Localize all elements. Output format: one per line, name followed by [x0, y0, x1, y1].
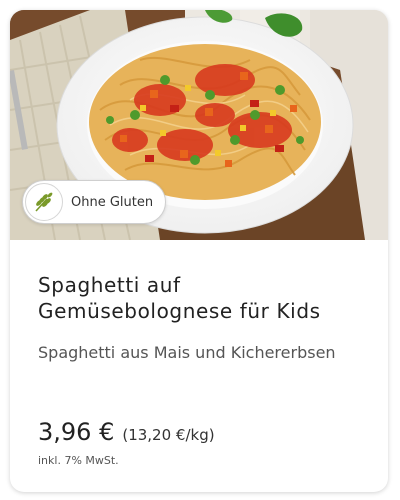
tax-note: inkl. 7% MwSt. — [38, 454, 119, 467]
unit-price: (13,20 €/kg) — [122, 426, 215, 444]
wheat-icon — [25, 183, 63, 221]
product-card[interactable]: Ohne Gluten Spaghetti auf Gemüsebolognes… — [10, 10, 388, 492]
product-subtitle: Spaghetti aus Mais und Kichererbsen — [38, 343, 336, 362]
product-title[interactable]: Spaghetti auf Gemüsebolognese für Kids — [38, 272, 368, 324]
product-price: 3,96 € — [38, 418, 115, 446]
gluten-free-badge: Ohne Gluten — [22, 180, 166, 224]
badge-label: Ohne Gluten — [71, 194, 154, 210]
price-row: 3,96 € (13,20 €/kg) — [38, 418, 215, 446]
